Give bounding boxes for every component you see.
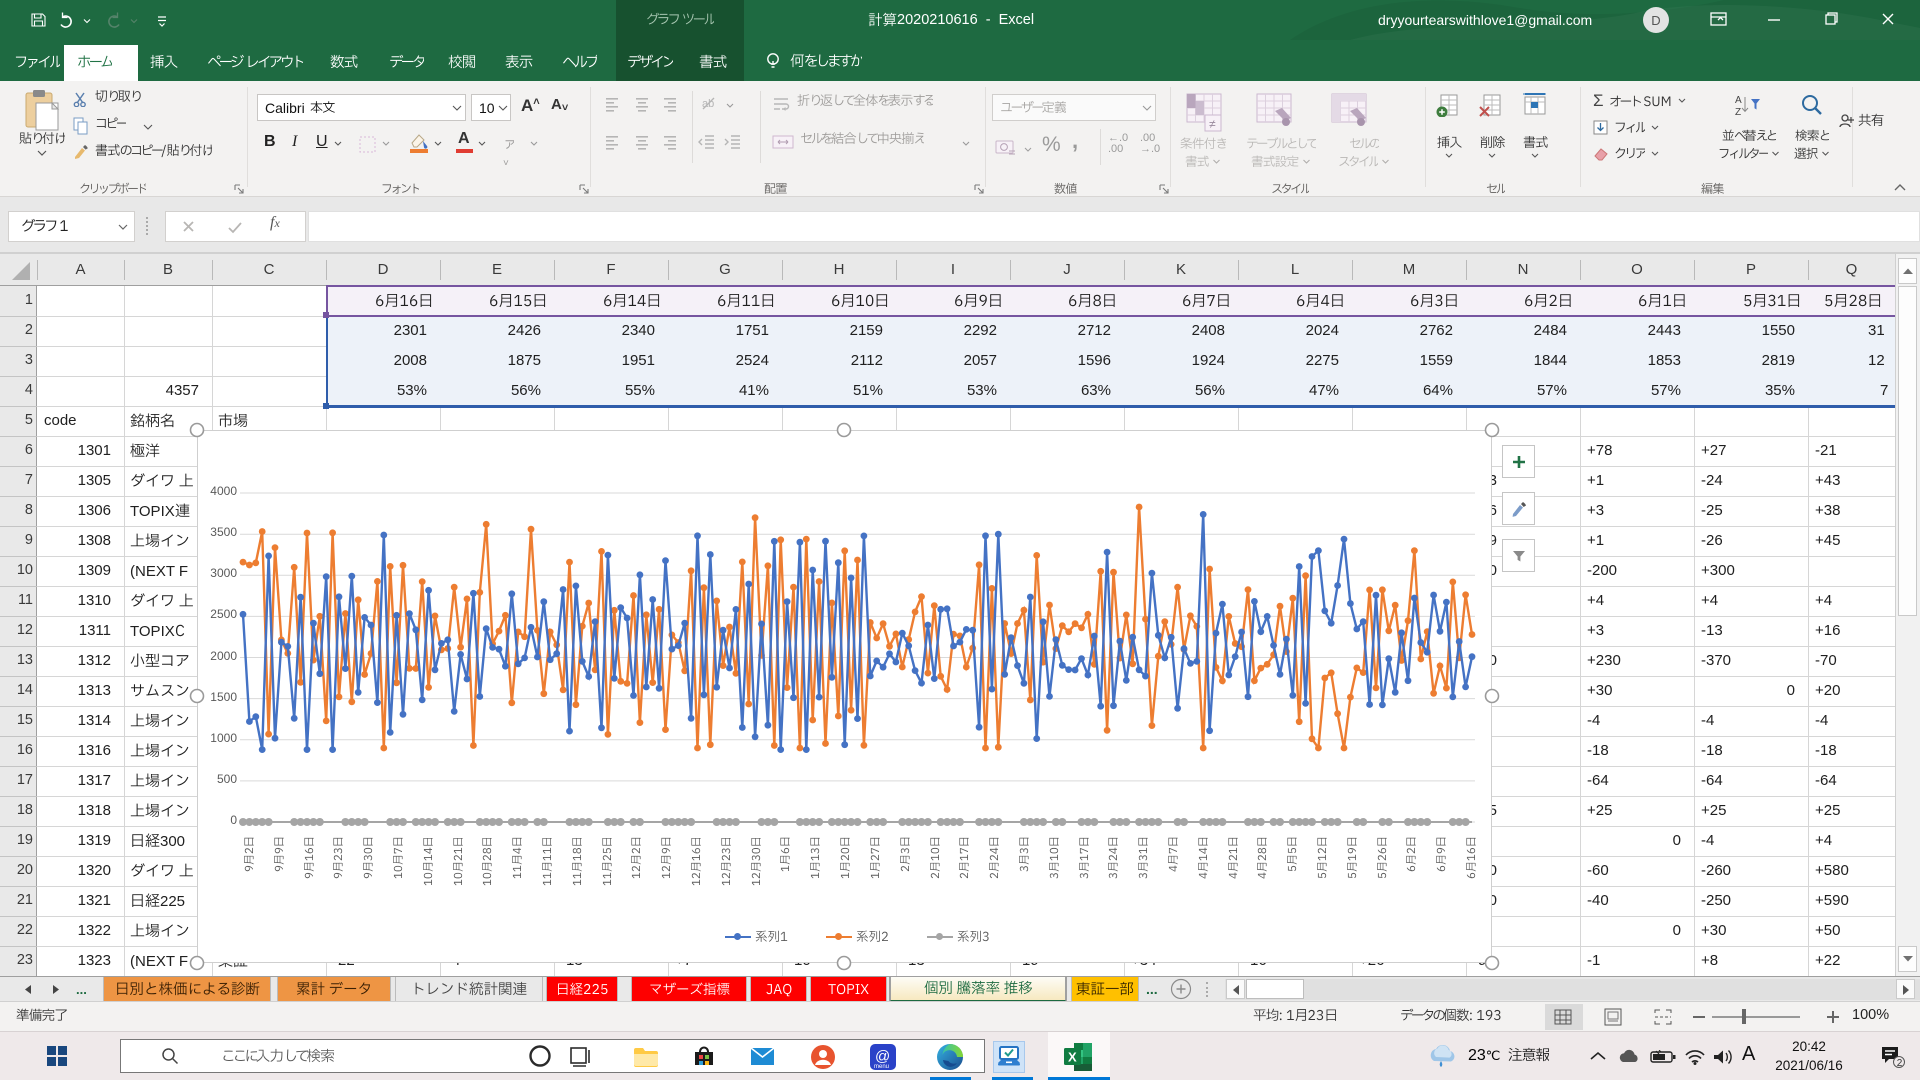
svg-text:ab: ab — [702, 98, 714, 110]
svg-text:2: 2 — [1897, 1058, 1903, 1069]
svg-text:A: A — [1735, 95, 1742, 106]
svg-text:Z: Z — [1735, 107, 1741, 117]
svg-text:X: X — [1068, 1050, 1077, 1065]
svg-text:...: ... — [76, 982, 87, 997]
svg-text:≠: ≠ — [1209, 117, 1216, 131]
svg-text:menu: menu — [874, 1064, 889, 1070]
svg-text:@: @ — [875, 1048, 890, 1065]
